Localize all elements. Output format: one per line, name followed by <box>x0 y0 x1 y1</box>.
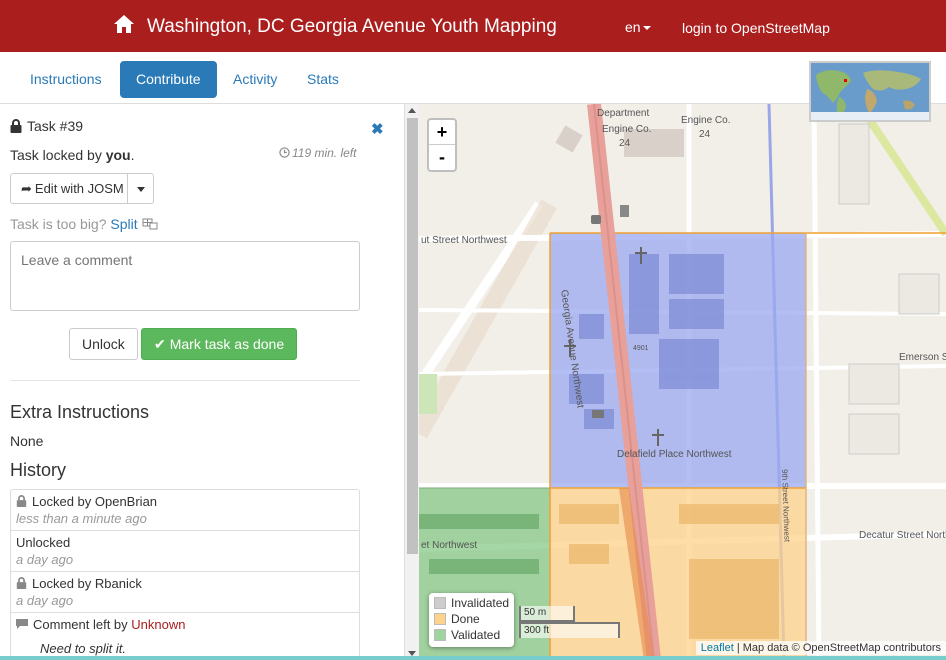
scale-bar-metric: 50 m <box>519 606 575 622</box>
map-label: Emerson St <box>899 352 946 363</box>
task-map[interactable]: Department Engine Co. 24 Engine Co. 24 u… <box>419 104 946 660</box>
map-label: Delafield Place Northwest <box>617 449 732 460</box>
login-link[interactable]: login to OpenStreetMap <box>682 20 830 36</box>
map-label: 24 <box>699 129 711 140</box>
project-title[interactable]: Washington, DC Georgia Avenue Youth Mapp… <box>147 16 557 38</box>
world-map-image <box>811 63 929 120</box>
comment-text: Need to split it. <box>40 641 126 656</box>
history-item: Unlocked a day ago <box>11 531 359 572</box>
legend-item: Validated <box>434 628 509 644</box>
edit-button-label: Edit with JOSM <box>34 181 124 196</box>
scrollbar-thumb[interactable] <box>407 118 418 554</box>
map-label: 4901 <box>633 345 649 352</box>
map-label: Engine Co. <box>602 124 652 135</box>
time-left: 119 min. left <box>279 146 356 160</box>
zoom-control: + - <box>427 118 457 172</box>
tab-activity[interactable]: Activity <box>223 61 287 98</box>
map-label: Department <box>597 108 650 119</box>
mark-done-label: Mark task as done <box>169 336 285 352</box>
caret-down-icon <box>136 187 145 193</box>
task-panel: Task #39 ✖ Task locked by you. 119 min. … <box>0 104 404 660</box>
tab-instructions[interactable]: Instructions <box>20 61 112 98</box>
history-list: Locked by OpenBrian less than a minute a… <box>10 489 360 660</box>
top-navbar: Washington, DC Georgia Avenue Youth Mapp… <box>0 0 946 52</box>
leaflet-link[interactable]: Leaflet <box>701 642 734 654</box>
legend-label: Validated <box>451 628 501 642</box>
history-time: a day ago <box>16 593 74 608</box>
attribution-text: | Map data © OpenStreetMap contributors <box>733 642 941 654</box>
chevron-down-icon <box>642 26 651 31</box>
share-arrow-icon: ➦ <box>21 181 32 196</box>
history-text: Unlocked <box>16 535 71 550</box>
lock-icon <box>16 495 27 507</box>
map-label: 24 <box>619 138 631 149</box>
zoom-out-button[interactable]: - <box>429 145 455 170</box>
tab-contribute[interactable]: Contribute <box>120 61 217 98</box>
comment-input[interactable] <box>10 241 360 311</box>
comment-icon <box>16 619 28 629</box>
map-label: ut Street Northwest <box>421 235 507 246</box>
map-label: et Northwest <box>421 540 478 551</box>
extra-instructions-heading: Extra Instructions <box>10 402 150 422</box>
language-label: en <box>625 19 641 35</box>
locked-user: you <box>105 147 131 163</box>
editor-dropdown-button[interactable] <box>127 173 154 204</box>
language-dropdown[interactable]: en <box>625 19 651 35</box>
lock-icon <box>16 577 27 589</box>
locked-prefix: Task locked by <box>10 147 106 163</box>
panel-scrollbar[interactable] <box>404 104 419 660</box>
locked-suffix: . <box>130 147 135 163</box>
overview-minimap[interactable] <box>809 61 931 122</box>
task-title: Task #39 <box>10 118 83 134</box>
extra-instructions-value: None <box>10 433 44 449</box>
mark-done-button[interactable]: ✔ Mark task as done <box>141 328 298 360</box>
close-icon[interactable]: ✖ <box>371 120 384 138</box>
bottom-border <box>0 656 946 660</box>
scroll-up-arrow-icon[interactable] <box>408 108 416 113</box>
history-text: Locked by OpenBrian <box>32 494 158 509</box>
map-label: Engine Co. <box>681 115 731 126</box>
split-icon[interactable] <box>142 218 158 230</box>
split-prompt-text: Task is too big? <box>10 216 107 232</box>
legend-swatch <box>434 613 446 625</box>
split-link[interactable]: Split <box>110 216 137 232</box>
map-attribution: Leaflet | Map data © OpenStreetMap contr… <box>695 641 946 655</box>
divider <box>10 380 360 381</box>
home-icon[interactable] <box>113 14 135 34</box>
history-time: a day ago <box>16 552 74 567</box>
history-item: Comment left by Unknown Need to split it… <box>11 613 359 660</box>
legend-label: Invalidated <box>451 596 510 610</box>
history-item: Locked by OpenBrian less than a minute a… <box>11 490 359 531</box>
legend-item: Invalidated <box>434 596 509 612</box>
map-label: Decatur Street Northwest <box>859 530 946 541</box>
tab-stats[interactable]: Stats <box>297 61 349 98</box>
check-icon: ✔ <box>154 336 166 352</box>
legend-swatch <box>434 629 446 641</box>
tab-bar: Instructions Contribute Activity Stats <box>0 52 946 104</box>
lock-icon <box>10 119 22 133</box>
user-link[interactable]: Unknown <box>131 617 185 632</box>
legend-item: Done <box>434 612 509 628</box>
history-text: Comment left by <box>33 617 132 632</box>
map-tiles <box>419 104 946 660</box>
unlock-button[interactable]: Unlock <box>69 328 138 360</box>
history-heading: History <box>10 460 67 480</box>
task-title-text: Task #39 <box>27 118 84 134</box>
map-legend: Invalidated Done Validated <box>429 593 514 647</box>
edit-with-josm-button[interactable]: ➦ Edit with JOSM <box>10 173 128 204</box>
scale-bar-imperial: 300 ft <box>519 622 620 638</box>
zoom-in-button[interactable]: + <box>429 120 455 145</box>
legend-label: Done <box>451 612 480 626</box>
history-time: less than a minute ago <box>16 511 147 526</box>
history-item: Locked by Rbanick a day ago <box>11 572 359 613</box>
time-left-text: 119 min. left <box>292 146 357 160</box>
legend-swatch <box>434 597 446 609</box>
history-text: Locked by Rbanick <box>32 576 142 591</box>
split-prompt: Task is too big? Split <box>10 216 158 232</box>
locked-status: Task locked by you. <box>10 147 135 163</box>
clock-icon <box>279 147 290 158</box>
